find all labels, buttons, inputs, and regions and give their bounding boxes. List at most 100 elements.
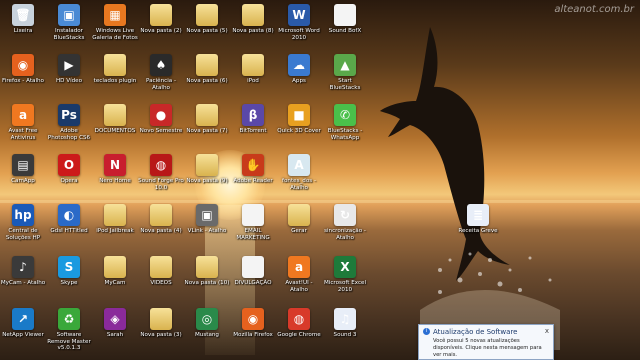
desktop-icon-gerar[interactable]: Gerar <box>276 204 322 235</box>
desktop-icon-label: Nova pasta (7) <box>186 128 228 134</box>
desktop-icon-nova-pasta-2[interactable]: Nova pasta (2) <box>138 4 184 35</box>
skype-icon: S <box>58 256 80 278</box>
desktop-icon-nova-pasta-10[interactable]: Nova pasta (10) <box>184 256 230 287</box>
desktop-icon-hd-video[interactable]: ▶ HD Vídeo <box>46 54 92 85</box>
desktop-icon-label: Sound Forge Pro 10.0 <box>138 178 184 191</box>
desktop-icon-documentos[interactable]: DOCUMENTOS <box>92 104 138 135</box>
desktop-icon-label: Avast!UI - Atalho <box>285 280 313 293</box>
desktop-icon-adobe-photoshop[interactable]: Ps Adobe Photoshop CS6 <box>46 104 92 141</box>
mustang-icon: ◎ <box>196 308 218 330</box>
desktop-icon-label: fontes_dos - Atalho <box>282 178 316 191</box>
desktop-icon-nova-pasta-5[interactable]: Nova pasta (5) <box>184 4 230 35</box>
desktop-icon-skype[interactable]: S Skype <box>46 256 92 287</box>
desktop-icon-label: Software Remove Master v5.0.1.3 <box>47 332 91 351</box>
desktop-icon-nova-pasta-3[interactable]: Nova pasta (3) <box>138 308 184 339</box>
desktop-icon-email-marketing[interactable]: EMAIL MARKETING <box>230 204 276 241</box>
desktop-icon-google-chrome[interactable]: ◍ Google Chrome <box>276 308 322 339</box>
desktop-icon-sarah[interactable]: ◈ Sarah <box>92 308 138 339</box>
desktop-icon-adobe-reader[interactable]: ✋ Adobe Reader <box>230 154 276 185</box>
desktop-icon-opera[interactable]: O Opera <box>46 154 92 185</box>
desktop-icon-instalador-bluestacks[interactable]: ▣ Instalador BlueStacks <box>46 4 92 41</box>
desktop-icon-label: Sarah <box>106 332 124 338</box>
desktop-icon-avast-atalho[interactable]: a Avast!UI - Atalho <box>276 256 322 293</box>
desktop-icon-bluestacks-whatsapp[interactable]: ✆ BlueStacks - WhatsApp <box>322 104 368 141</box>
desktop-icon-label: CamApp <box>11 178 35 184</box>
desktop-icon-label: Nova pasta (10) <box>184 280 230 286</box>
desktop-icon-label: Nova pasta (5) <box>186 28 228 34</box>
desktop-icon-label: VLink - Atalho <box>187 228 227 234</box>
desktop-icon-ipod[interactable]: iPod <box>230 54 276 85</box>
desktop-icon-divulgacao[interactable]: DIVULGAÇÃO <box>230 256 276 287</box>
vlink-atalho-icon: ▣ <box>196 204 218 226</box>
mozilla-firefox-icon: ◉ <box>242 308 264 330</box>
opera-icon: O <box>58 154 80 176</box>
desktop-icon-label: Mustang <box>194 332 219 338</box>
desktop-icon-receita-greve[interactable]: ≣ Receita Greve <box>455 204 501 235</box>
receita-greve-icon: ≣ <box>467 204 489 226</box>
adobe-photoshop-icon: Ps <box>58 104 80 126</box>
desktop-icon-label: Microsoft Word 2010 <box>278 28 320 41</box>
folder-icon <box>104 204 126 226</box>
desktop-icon-paciencia[interactable]: ♠ Paciência - Atalho <box>138 54 184 91</box>
desktop-icon-quick3d-cover[interactable]: ■ Quick 3D Cover <box>276 104 322 135</box>
desktop-icon-nova-pasta-9[interactable]: Nova pasta (9) <box>184 154 230 185</box>
microsoft-word-icon: W <box>288 4 310 26</box>
desktop-icon-mycam[interactable]: ♪ MyCam - Atalho <box>0 256 46 287</box>
desktop-icon-teclados-plugin[interactable]: teclados plugin <box>92 54 138 85</box>
desktop-icon-mozilla-firefox[interactable]: ◉ Mozilla Firefox <box>230 308 276 339</box>
desktop-icon-novo-semestre[interactable]: ● Novo Semestre <box>138 104 184 135</box>
desktop-icon-windows-live-galeria[interactable]: ▦ Windows Live Galeria de Fotos <box>92 4 138 41</box>
folder-icon <box>196 54 218 76</box>
desktop-icon-avast-free[interactable]: a Avast Free Antivirus <box>0 104 46 141</box>
desktop-icon-label: Sound BofX <box>328 28 362 34</box>
desktop-icon-camapp[interactable]: ▤ CamApp <box>0 154 46 185</box>
desktop-icon-nova-pasta-4[interactable]: Nova pasta (4) <box>138 204 184 235</box>
folder-icon <box>104 256 126 278</box>
desktop-icon-apps[interactable]: ☁ Apps <box>276 54 322 85</box>
desktop-icon-videos[interactable]: VIDEOS <box>138 256 184 287</box>
nero-home-icon: N <box>104 154 126 176</box>
desktop-icon-gdsi-titled[interactable]: ◐ GdsI HTTitled <box>46 204 92 235</box>
desktop-icon-label: EMAIL MARKETING <box>236 228 270 241</box>
desktop-icon-sincronizacao[interactable]: ↻ sincronização - Atalho <box>322 204 368 241</box>
desktop-icon-nova-pasta-6[interactable]: Nova pasta (6) <box>184 54 230 85</box>
desktop-icon-sound-bofx[interactable]: Sound BofX <box>322 4 368 35</box>
avast-free-icon: a <box>12 104 34 126</box>
desktop-icon-label: MyCam <box>104 280 126 286</box>
desktop-icon-label: Apps <box>292 78 306 84</box>
desktop-icon-nova-pasta-8[interactable]: Nova pasta (8) <box>230 4 276 35</box>
desktop-icon-mustang[interactable]: ◎ Mustang <box>184 308 230 339</box>
close-icon[interactable]: x <box>545 327 549 335</box>
desktop-icon-label: Novo Semestre <box>139 128 183 134</box>
desktop-icon-firefox-atalho[interactable]: ◉ Firefox - Atalho <box>0 54 46 85</box>
folder-icon <box>196 4 218 26</box>
desktop-icon-netapp-viewer[interactable]: ↗ NetApp Viewer <box>0 308 46 339</box>
desktop-icon-sound-forge[interactable]: ◍ Sound Forge Pro 10.0 <box>138 154 184 191</box>
desktop-icon-label: Quick 3D Cover <box>277 128 321 134</box>
desktop-icon-central-hp[interactable]: hp Central de Soluções HP <box>0 204 46 241</box>
sound-forge-icon: ◍ <box>150 154 172 176</box>
folder-icon <box>242 54 264 76</box>
desktop-icon-label: sincronização - Atalho <box>324 228 366 241</box>
desktop-icon-microsoft-excel[interactable]: X Microsoft Excel 2010 <box>322 256 368 293</box>
notification-message[interactable]: Você possui 5 novas atualizações disponí… <box>433 338 549 359</box>
desktop-icon-start-bluestacks[interactable]: ▲ Start BlueStacks <box>322 54 368 91</box>
desktop-icon-software-remove[interactable]: ♻ Software Remove Master v5.0.1.3 <box>46 308 92 352</box>
desktop-icon-microsoft-word[interactable]: W Microsoft Word 2010 <box>276 4 322 41</box>
desktop-icon-mycam-folder[interactable]: MyCam <box>92 256 138 287</box>
desktop-icon-sound-3[interactable]: ♫ Sound 3 <box>322 308 368 339</box>
software-update-notification[interactable]: i Atualização de Software x Você possui … <box>418 324 554 360</box>
desktop-icon-bittorrent[interactable]: β BitTorrent <box>230 104 276 135</box>
desktop-icon-vlink-atalho[interactable]: ▣ VLink - Atalho <box>184 204 230 235</box>
watermark-text: alteanot.com.br <box>554 4 634 15</box>
document-icon <box>242 256 264 278</box>
desktop-icon-ipod-jailbreak[interactable]: iPod Jailbreak <box>92 204 138 235</box>
desktop-icon-nova-pasta-7[interactable]: Nova pasta (7) <box>184 104 230 135</box>
windows-live-galeria-icon: ▦ <box>104 4 126 26</box>
document-icon <box>242 204 264 226</box>
desktop-icon-label: Microsoft Excel 2010 <box>323 280 367 293</box>
desktop-icon-fontes-dos-atalho[interactable]: Afontes_dos - Atalho <box>276 154 322 191</box>
desktop-icon-nero-home[interactable]: N Nero Home <box>92 154 138 185</box>
desktop-icon-lixeira[interactable]: 🗑 Lixeira <box>0 4 46 35</box>
folder-icon <box>196 256 218 278</box>
